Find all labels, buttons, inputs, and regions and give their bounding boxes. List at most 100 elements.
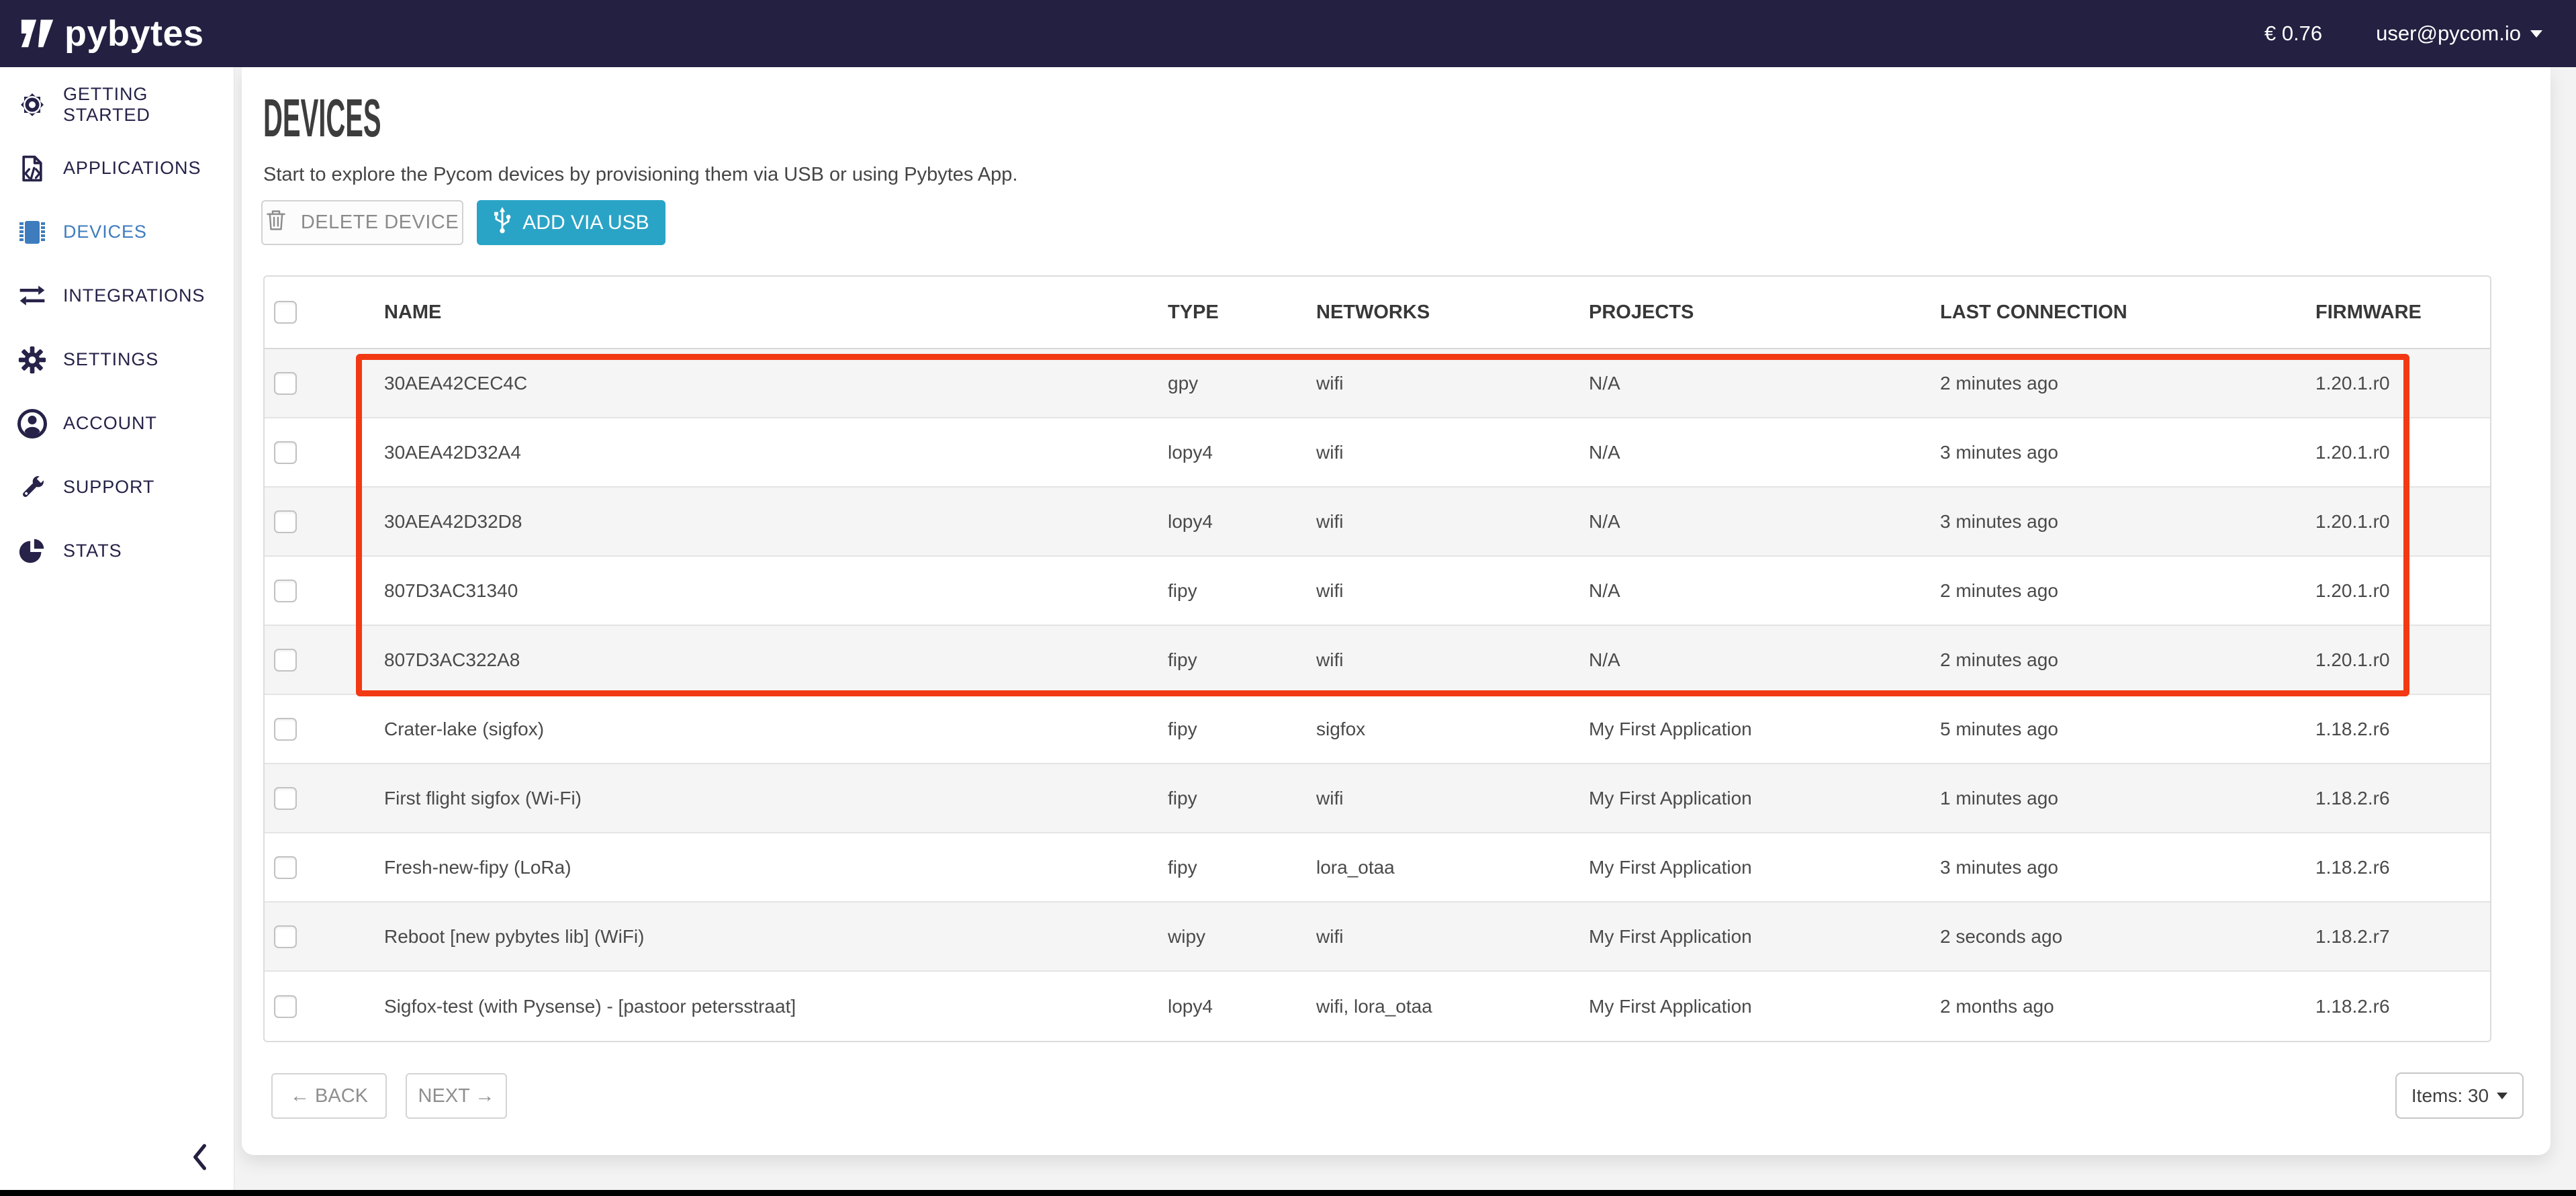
row-checkbox[interactable] — [274, 372, 297, 395]
sidebar-item-account[interactable]: ACCOUNT — [0, 392, 234, 455]
sidebar-item-getting-started[interactable]: GETTING STARTED — [0, 73, 234, 136]
sidebar-item-label: SUPPORT — [63, 477, 154, 498]
row-checkbox[interactable] — [274, 925, 297, 948]
device-last-connection: 3 minutes ago — [1940, 857, 2315, 878]
device-name: Crater-lake (sigfox) — [384, 719, 1168, 740]
device-networks: wifi — [1316, 788, 1589, 809]
table-row[interactable]: 30AEA42D32A4lopy4wifiN/A3 minutes ago1.2… — [265, 418, 2490, 488]
device-networks: wifi, lora_otaa — [1316, 996, 1589, 1017]
device-networks: wifi — [1316, 649, 1589, 671]
table-header-row: NAME TYPE NETWORKS PROJECTS LAST CONNECT… — [265, 277, 2490, 349]
sidebar-collapse-chevron-icon[interactable] — [191, 1143, 208, 1175]
device-last-connection: 5 minutes ago — [1940, 719, 2315, 740]
sidebar-item-label: GETTING STARTED — [63, 84, 234, 126]
device-projects: N/A — [1589, 511, 1940, 533]
device-projects: My First Application — [1589, 719, 1940, 740]
column-header-last-connection[interactable]: LAST CONNECTION — [1940, 302, 2315, 324]
row-checkbox[interactable] — [274, 510, 297, 533]
column-header-networks[interactable]: NETWORKS — [1316, 302, 1589, 324]
sidebar-item-label: SETTINGS — [63, 349, 158, 370]
delete-device-button[interactable]: DELETE DEVICE — [261, 200, 463, 245]
checkbox-cell — [265, 441, 384, 464]
page-title: DEVICES — [263, 91, 381, 145]
device-name: 30AEA42D32D8 — [384, 511, 1168, 533]
table-row[interactable]: 807D3AC31340fipywifiN/A2 minutes ago1.20… — [265, 557, 2490, 626]
sidebar-item-integrations[interactable]: INTEGRATIONS — [0, 264, 234, 328]
device-type: wipy — [1168, 926, 1316, 948]
device-networks: lora_otaa — [1316, 857, 1589, 878]
device-projects: N/A — [1589, 580, 1940, 602]
applications-icon — [15, 152, 50, 185]
column-header-name[interactable]: NAME — [384, 302, 1168, 324]
device-type: lopy4 — [1168, 996, 1316, 1017]
table-row[interactable]: 30AEA42CEC4CgpywifiN/A2 minutes ago1.20.… — [265, 349, 2490, 418]
row-checkbox[interactable] — [274, 787, 297, 810]
table-row[interactable]: 807D3AC322A8fipywifiN/A2 minutes ago1.20… — [265, 626, 2490, 695]
chevron-down-icon — [2530, 30, 2542, 38]
chevron-down-icon — [2497, 1093, 2508, 1099]
sidebar-item-applications[interactable]: APPLICATIONS — [0, 136, 234, 200]
checkbox-cell — [265, 649, 384, 672]
select-all-checkbox[interactable] — [274, 301, 297, 324]
row-checkbox[interactable] — [274, 649, 297, 672]
row-checkbox[interactable] — [274, 856, 297, 879]
table-row[interactable]: First flight sigfox (Wi-Fi)fipywifiMy Fi… — [265, 764, 2490, 833]
checkbox-cell — [265, 580, 384, 602]
top-bar: pybytes € 0.76 user@pycom.io — [0, 0, 2576, 67]
delete-device-label: DELETE DEVICE — [301, 212, 459, 234]
table-row[interactable]: 30AEA42D32D8lopy4wifiN/A3 minutes ago1.2… — [265, 488, 2490, 557]
device-networks: wifi — [1316, 442, 1589, 463]
usb-icon — [493, 205, 512, 240]
table-row[interactable]: Crater-lake (sigfox)fipysigfoxMy First A… — [265, 695, 2490, 764]
device-type: fipy — [1168, 719, 1316, 740]
device-type: fipy — [1168, 788, 1316, 809]
user-menu[interactable]: user@pycom.io — [2376, 21, 2542, 46]
sidebar-item-label: APPLICATIONS — [63, 158, 201, 179]
table-row[interactable]: Reboot [new pybytes lib] (WiFi)wipywifiM… — [265, 903, 2490, 972]
device-projects: N/A — [1589, 442, 1940, 463]
device-last-connection: 2 months ago — [1940, 996, 2315, 1017]
device-firmware: 1.20.1.r0 — [2315, 649, 2490, 671]
pybytes-logo-icon — [20, 15, 55, 53]
device-name: First flight sigfox (Wi-Fi) — [384, 788, 1168, 809]
brand-name: pybytes — [64, 13, 204, 54]
row-checkbox[interactable] — [274, 580, 297, 602]
table-row[interactable]: Fresh-new-fipy (LoRa)fipylora_otaaMy Fir… — [265, 833, 2490, 903]
next-button[interactable]: NEXT → — [406, 1073, 507, 1119]
device-networks: wifi — [1316, 926, 1589, 948]
table-row[interactable]: Sigfox-test (with Pysense) - [pastoor pe… — [265, 972, 2490, 1041]
device-projects: My First Application — [1589, 857, 1940, 878]
device-type: fipy — [1168, 857, 1316, 878]
bottom-edge-bar — [0, 1190, 2576, 1196]
row-checkbox[interactable] — [274, 718, 297, 741]
device-last-connection: 2 minutes ago — [1940, 649, 2315, 671]
device-firmware: 1.18.2.r7 — [2315, 926, 2490, 948]
column-header-projects[interactable]: PROJECTS — [1589, 302, 1940, 324]
row-checkbox[interactable] — [274, 995, 297, 1018]
device-name: Sigfox-test (with Pysense) - [pastoor pe… — [384, 996, 1168, 1017]
add-via-usb-label: ADD VIA USB — [522, 212, 649, 234]
column-header-type[interactable]: TYPE — [1168, 302, 1316, 324]
sidebar-item-devices[interactable]: DEVICES — [0, 200, 234, 264]
device-firmware: 1.20.1.r0 — [2315, 580, 2490, 602]
back-button[interactable]: ← BACK — [271, 1073, 387, 1119]
row-checkbox[interactable] — [274, 441, 297, 464]
device-name: 30AEA42CEC4C — [384, 373, 1168, 394]
main-content-panel: DEVICES Start to explore the Pycom devic… — [242, 67, 2550, 1155]
device-table: NAME TYPE NETWORKS PROJECTS LAST CONNECT… — [263, 275, 2491, 1042]
items-per-page-dropdown[interactable]: Items: 30 — [2395, 1072, 2524, 1119]
sidebar-item-support[interactable]: SUPPORT — [0, 455, 234, 519]
device-type: lopy4 — [1168, 442, 1316, 463]
device-projects: My First Application — [1589, 926, 1940, 948]
device-firmware: 1.18.2.r6 — [2315, 719, 2490, 740]
checkbox-cell — [265, 372, 384, 395]
account-person-icon — [15, 407, 50, 441]
sidebar-item-settings[interactable]: SETTINGS — [0, 328, 234, 392]
add-via-usb-button[interactable]: ADD VIA USB — [477, 200, 665, 245]
column-header-firmware[interactable]: FIRMWARE — [2315, 302, 2490, 324]
checkbox-cell — [265, 787, 384, 810]
pybytes-logo[interactable]: pybytes — [20, 13, 204, 54]
sidebar-item-stats[interactable]: STATS — [0, 519, 234, 583]
device-firmware: 1.20.1.r0 — [2315, 511, 2490, 533]
checkbox-cell — [265, 856, 384, 879]
